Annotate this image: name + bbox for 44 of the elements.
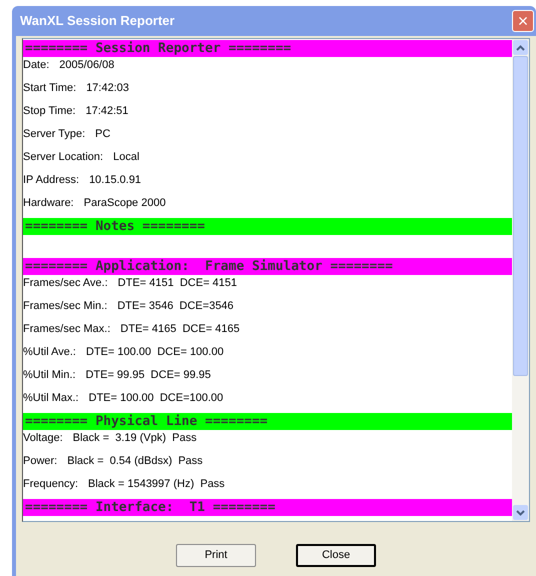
field-value: 10.15.0.91 — [89, 173, 142, 188]
field-value: PC — [95, 127, 110, 142]
field-value: 17:42:51 — [86, 104, 128, 119]
section-header: ======== Application: Frame Simulator ======== — [23, 258, 512, 275]
field-label: Frequency: — [23, 477, 78, 492]
field-value: Black = 1543997 (Hz) Pass — [88, 477, 225, 492]
field-value: DTE= 4151 DCE= 4151 — [118, 276, 238, 291]
field-label: Date: — [23, 58, 50, 73]
scroll-down-icon[interactable] — [513, 505, 528, 520]
section-header: ======== Notes ======== — [23, 218, 512, 235]
field-value: DTE= 100.00 DCE=100.00 — [88, 391, 224, 406]
field-label: Start Time: — [23, 81, 76, 96]
section-header: ======== Session Reporter ======== — [23, 40, 512, 57]
field-label: Stop Time: — [23, 104, 76, 119]
field-value: Black = 0.54 (dBdsx) Pass — [67, 454, 203, 469]
field-label: Server Type: — [23, 127, 86, 142]
field-label: IP Address: — [23, 173, 80, 188]
field-label: Frames/sec Ave.: — [23, 276, 108, 291]
field-value: DTE= 99.95 DCE= 99.95 — [86, 368, 211, 383]
field-label: %Util Min.: — [23, 368, 76, 383]
field-label: %Util Ave.: — [23, 345, 76, 360]
field-value: Local — [113, 150, 140, 165]
section-header: ======== Physical Line ======== — [23, 413, 512, 430]
field-label: Power: — [23, 454, 58, 469]
field-value: 2005/06/08 — [59, 58, 114, 73]
field-label: Frames/sec Max.: — [23, 322, 110, 337]
field-label: Frames/sec Min.: — [23, 299, 108, 314]
field-label: Voltage: — [23, 431, 63, 446]
field-value: DTE= 3546 DCE=3546 — [117, 299, 234, 314]
window-title: WanXL Session Reporter — [20, 12, 175, 30]
scroll-thumb[interactable] — [513, 56, 528, 376]
dialog-button[interactable]: Close — [296, 544, 376, 567]
field-value: DTE= 4165 DCE= 4165 — [120, 322, 240, 337]
field-label: Hardware: — [23, 196, 74, 211]
field-label: Server Location: — [23, 150, 104, 165]
field-value: 17:42:03 — [86, 81, 130, 96]
field-value: ParaScope 2000 — [84, 196, 166, 211]
field-value: DTE= 100.00 DCE= 100.00 — [86, 345, 224, 360]
dialog-button[interactable]: Print — [176, 544, 256, 567]
scroll-up-icon[interactable] — [513, 40, 528, 55]
section-header: ======== Interface: T1 ======== — [23, 499, 512, 516]
field-value: Black = 3.19 (Vpk) Pass — [72, 431, 197, 446]
field-label: %Util Max.: — [23, 391, 79, 406]
scrollbar[interactable] — [512, 39, 529, 521]
